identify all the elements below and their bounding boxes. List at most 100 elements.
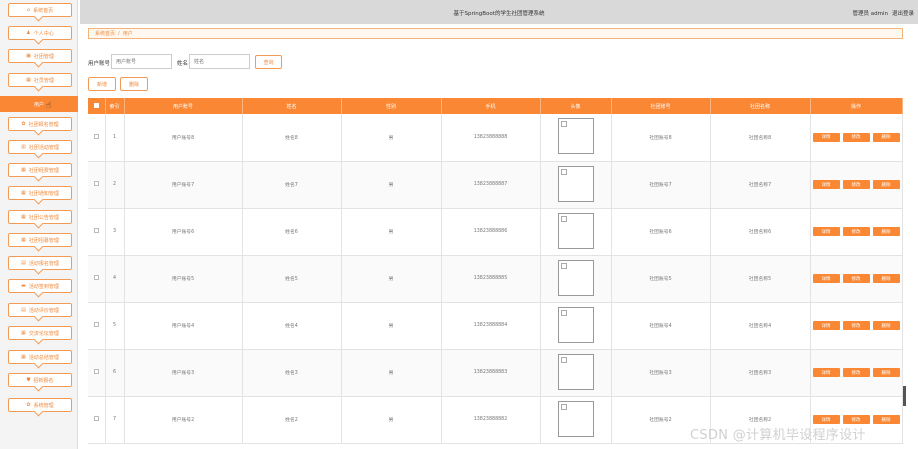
sidebar-item-9[interactable]: ▦ 社团公告管理 xyxy=(8,210,72,224)
delete-button[interactable]: 删除 xyxy=(872,180,900,189)
sidebar-item-11[interactable]: ▤ 活动报名管理 xyxy=(8,256,72,270)
row-select-cell[interactable] xyxy=(88,255,106,303)
sidebar-item-label: 活动评价管理 xyxy=(28,307,59,314)
logout-link[interactable]: 退出登录 xyxy=(892,9,914,17)
sidebar-item-4[interactable]: 用户 xyxy=(0,96,78,112)
row-checkbox[interactable] xyxy=(93,133,99,139)
detail-button[interactable]: 详情 xyxy=(812,227,840,236)
mouse-cursor-icon: ☝ xyxy=(46,101,52,111)
table-row: 6 用户账号3 姓名3 男 13823888883 社团账号3 社团名称3 详情 修改 删除 xyxy=(88,349,903,397)
cell-phone: 13823888886 xyxy=(441,208,541,256)
sidebar-item-1[interactable]: ♟ 个人中心 xyxy=(8,26,72,40)
sidebar-item-label: 社团通知管理 xyxy=(28,190,59,197)
detail-button[interactable]: 详情 xyxy=(812,180,840,189)
sidebar-item-label: 系统首页 xyxy=(33,7,54,14)
broken-image-icon xyxy=(557,165,594,202)
cell-name: 姓名5 xyxy=(242,255,342,303)
sidebar-item-label: 活动总结管理 xyxy=(28,354,59,361)
sidebar-item-16[interactable]: ⛊ 招新报名 xyxy=(8,373,72,387)
breadcrumb-home[interactable]: 系统首页 xyxy=(95,30,115,37)
cell-club-account: 社团账号3 xyxy=(611,349,711,397)
cell-avatar xyxy=(540,161,612,209)
cell-account: 用户账号4 xyxy=(124,302,243,350)
cell-account: 用户账号2 xyxy=(124,396,243,444)
user-icon: ♟ xyxy=(26,30,31,36)
account-search-input[interactable] xyxy=(111,54,172,69)
edit-button[interactable]: 修改 xyxy=(842,180,870,189)
grid-icon: ▦ xyxy=(21,330,26,336)
delete-button[interactable]: 删除 xyxy=(872,368,900,377)
select-all-header[interactable] xyxy=(88,98,106,114)
edit-button[interactable]: 修改 xyxy=(842,321,870,330)
edit-button[interactable]: 修改 xyxy=(842,368,870,377)
edit-button[interactable]: 修改 xyxy=(842,415,870,424)
delete-button[interactable]: 删除 xyxy=(872,132,900,142)
row-checkbox[interactable] xyxy=(93,322,99,327)
delete-button[interactable]: 删除 xyxy=(872,227,900,236)
delete-button[interactable]: 删除 xyxy=(872,274,900,283)
detail-button[interactable]: 详情 xyxy=(812,274,840,283)
cell-name: 姓名7 xyxy=(242,161,342,209)
sidebar-item-14[interactable]: ▦ 交流论坛管理 xyxy=(8,326,72,340)
sidebar-item-6[interactable]: ▥ 社团活动管理 xyxy=(8,140,72,154)
sidebar-item-15[interactable]: ▦ 活动总结管理 xyxy=(8,350,72,364)
cell-avatar xyxy=(540,114,612,162)
edit-button[interactable]: 修改 xyxy=(842,274,870,283)
sidebar-item-17[interactable]: ✿ 系统管理 xyxy=(8,398,72,412)
detail-button[interactable]: 详情 xyxy=(812,415,840,424)
cell-avatar xyxy=(540,302,612,350)
cell-index: 4 xyxy=(105,255,125,303)
add-button[interactable]: 新增 xyxy=(88,77,116,91)
delete-selected-button[interactable]: 删除 xyxy=(120,77,148,91)
sidebar-item-0[interactable]: ⌂ 系统首页 xyxy=(8,3,72,17)
detail-button[interactable]: 详情 xyxy=(812,132,840,142)
row-checkbox[interactable] xyxy=(93,181,99,186)
sidebar-item-8[interactable]: ▦ 社团通知管理 xyxy=(8,186,72,200)
column-header-club-name: 社团名称 xyxy=(710,98,811,114)
sidebar-item-12[interactable]: ▬ 活动签到管理 xyxy=(8,279,72,293)
sidebar-item-2[interactable]: ▣ 社团管理 xyxy=(8,49,72,63)
cell-name: 姓名3 xyxy=(242,349,342,397)
broken-image-icon xyxy=(557,118,594,155)
cell-actions: 详情 修改 删除 xyxy=(810,349,903,397)
cell-actions: 详情 修改 删除 xyxy=(810,255,903,303)
edit-button[interactable]: 修改 xyxy=(842,227,870,236)
select-all-checkbox[interactable] xyxy=(93,102,99,108)
scrollbar-thumb[interactable] xyxy=(903,386,906,406)
current-user: 管理员 admin xyxy=(852,11,888,17)
cell-index: 6 xyxy=(105,349,125,397)
table-row: 2 用户账号7 姓名7 男 13823888887 社团账号7 社团名称7 详情 修改 删除 xyxy=(88,161,903,209)
sidebar-item-7[interactable]: ▦ 社团经费管理 xyxy=(8,163,72,177)
row-select-cell[interactable] xyxy=(88,161,106,209)
row-checkbox[interactable] xyxy=(93,369,99,374)
row-checkbox[interactable] xyxy=(93,228,99,233)
row-select-cell[interactable] xyxy=(88,208,106,256)
sidebar-item-5[interactable]: ✿ 社团报名管理 xyxy=(8,117,72,131)
detail-button[interactable]: 详情 xyxy=(812,368,840,377)
row-checkbox[interactable] xyxy=(93,416,99,421)
row-select-cell[interactable] xyxy=(88,114,106,162)
sidebar-item-10[interactable]: ▦ 社团招募管理 xyxy=(8,233,72,247)
detail-button[interactable]: 详情 xyxy=(812,321,840,330)
row-select-cell[interactable] xyxy=(88,396,106,444)
app-title: 基于SpringBoot的学生社团管理系统 xyxy=(453,11,545,17)
sidebar-item-3[interactable]: ▦ 社员管理 xyxy=(8,73,72,87)
name-search-input[interactable] xyxy=(189,54,250,69)
cell-index: 3 xyxy=(105,208,125,256)
sidebar-item-label: 交流论坛管理 xyxy=(28,330,59,337)
row-select-cell[interactable] xyxy=(88,349,106,397)
table-header-row: 索引 用户账号 姓名 性别 手机 头像 社团账号 社团名称 操作 xyxy=(88,98,903,114)
cell-club-account: 社团账号4 xyxy=(611,302,711,350)
delete-button[interactable]: 删除 xyxy=(872,321,900,330)
cell-account: 用户账号6 xyxy=(124,208,243,256)
cell-name: 姓名2 xyxy=(242,396,342,444)
edit-button[interactable]: 修改 xyxy=(842,132,870,142)
row-select-cell[interactable] xyxy=(88,302,106,350)
cell-name: 姓名4 xyxy=(242,302,342,350)
column-header-index: 索引 xyxy=(105,98,125,114)
column-header-actions: 操作 xyxy=(810,98,903,114)
row-checkbox[interactable] xyxy=(93,275,99,280)
sidebar-item-13[interactable]: ▤ 活动评价管理 xyxy=(8,303,72,317)
delete-button[interactable]: 删除 xyxy=(872,415,900,424)
query-button[interactable]: 查询 xyxy=(255,55,282,69)
